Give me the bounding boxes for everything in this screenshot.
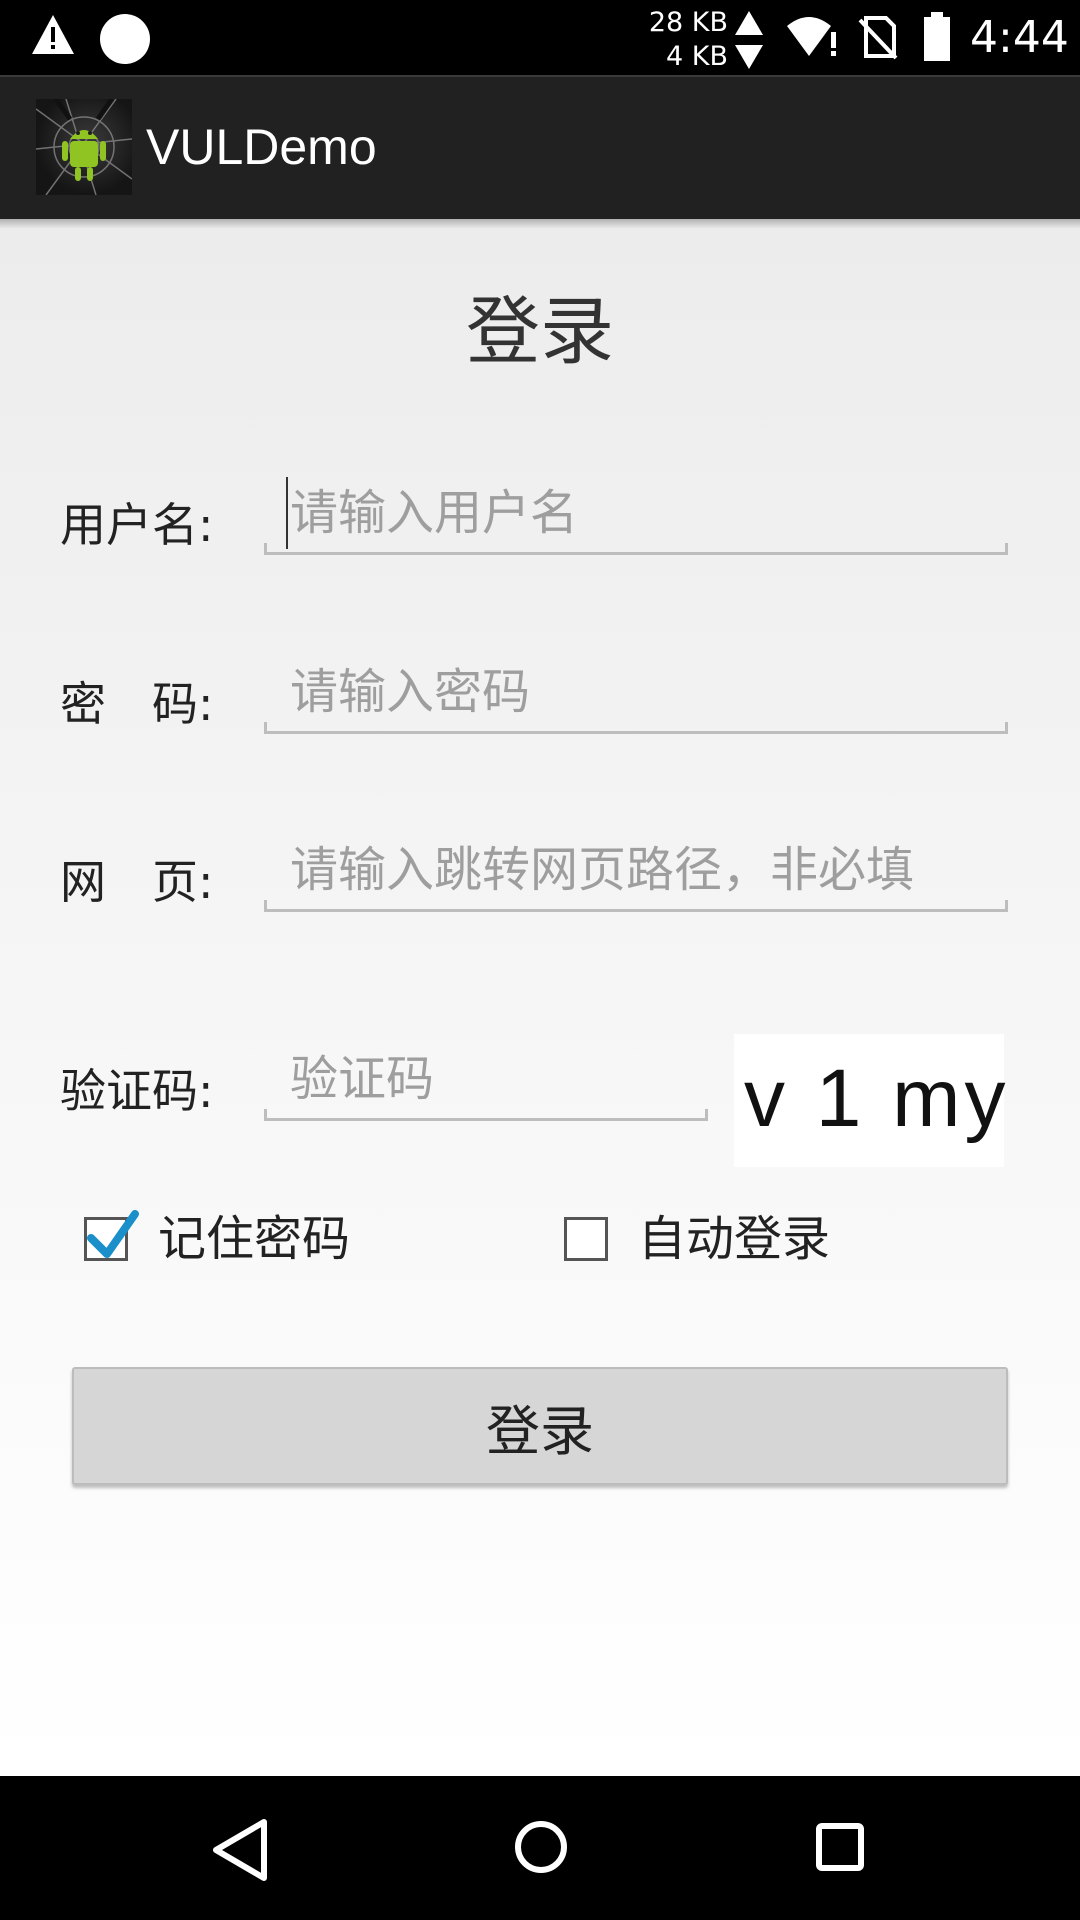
remember-password-box[interactable] xyxy=(84,1210,139,1261)
webpage-label: 网 页: xyxy=(60,855,214,909)
remember-password-checkbox[interactable]: 记住密码 xyxy=(0,1209,540,1279)
captcha-text: v 1 my xyxy=(744,1053,1010,1144)
checkmark-icon xyxy=(87,1210,139,1258)
auto-login-box[interactable] xyxy=(564,1217,608,1261)
notification-circle-icon xyxy=(100,14,150,64)
auto-login-label: 自动登录 xyxy=(638,1211,831,1267)
webpage-input[interactable]: 请输入跳转网页路径，非必填 xyxy=(264,832,1008,912)
battery-icon xyxy=(924,12,950,61)
captcha-input[interactable]: 验证码 xyxy=(264,1041,708,1121)
navigation-bar xyxy=(0,1776,1080,1920)
status-bar: 28 KB 4 KB 4:44 xyxy=(0,0,1080,75)
remember-password-label: 记住密码 xyxy=(158,1211,351,1267)
auto-login-checkbox[interactable]: 自动登录 xyxy=(540,1209,1080,1279)
page-title: 登录 xyxy=(466,289,614,375)
android-bug-icon xyxy=(36,99,132,195)
captcha-placeholder: 验证码 xyxy=(290,1051,435,1107)
download-speed: 4 KB xyxy=(666,41,728,72)
captcha-image[interactable]: v 1 my xyxy=(734,1034,1005,1167)
back-icon[interactable] xyxy=(210,1818,270,1882)
recent-apps-icon[interactable] xyxy=(816,1823,864,1871)
text-cursor xyxy=(286,477,288,549)
clock: 4:44 xyxy=(970,12,1069,63)
home-icon[interactable] xyxy=(514,1820,568,1874)
network-traffic-indicator: 28 KB 4 KB xyxy=(640,6,770,72)
upload-speed: 28 KB xyxy=(648,7,728,38)
app-title: VULDemo xyxy=(146,119,377,175)
username-placeholder: 请输入用户名 xyxy=(290,485,579,541)
warning-icon xyxy=(32,15,74,54)
login-button[interactable]: 登录 xyxy=(72,1367,1008,1485)
password-input[interactable]: 请输入密码 xyxy=(264,654,1008,734)
username-label: 用户名: xyxy=(60,498,214,552)
password-label: 密 码: xyxy=(60,677,214,731)
wifi-icon xyxy=(787,17,836,56)
password-placeholder: 请输入密码 xyxy=(290,664,531,720)
login-form: 登录 用户名: 请输入用户名 密 码: 请输入密码 网 页: 请输入跳转网页路径… xyxy=(0,219,1080,1776)
webpage-placeholder: 请输入跳转网页路径，非必填 xyxy=(290,842,915,898)
download-arrow-icon xyxy=(735,45,763,69)
action-bar: VULDemo xyxy=(0,75,1080,219)
no-sim-icon xyxy=(858,16,898,60)
username-input[interactable]: 请输入用户名 xyxy=(264,475,1008,555)
upload-arrow-icon xyxy=(735,11,763,35)
captcha-label: 验证码: xyxy=(60,1064,214,1118)
